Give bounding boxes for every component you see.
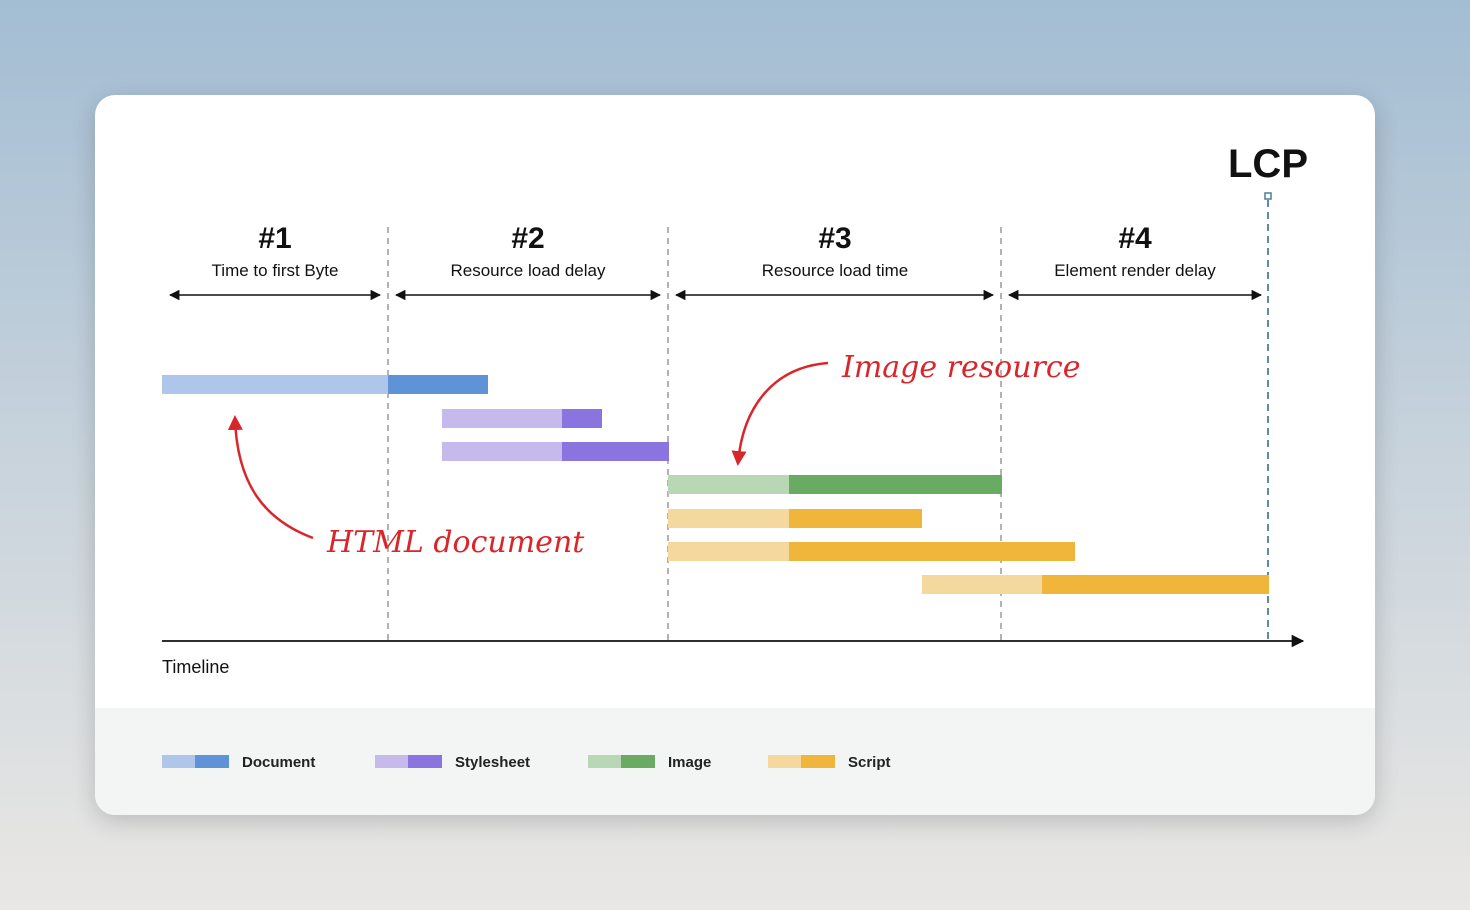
legend: Document Stylesheet Image Script [162,754,891,771]
stylesheet-bar-2-waiting [442,442,562,461]
image-bar-waiting [668,475,789,494]
legend-label-image: Image [668,754,711,771]
document-bar-download [388,375,488,394]
script-bar-3-waiting [922,575,1042,594]
timeline-label: Timeline [162,657,229,677]
stylesheet-bar-2 [442,442,669,461]
legend-swatch-document-light [162,755,195,768]
legend-label-document: Document [242,754,315,771]
phase-2-label: Resource load delay [451,261,606,280]
legend-item-image: Image [588,754,711,771]
image-resource-arrow [731,361,829,466]
legend-item-document: Document [162,754,315,771]
script-bar-3-download [1042,575,1269,594]
stylesheet-bar-1 [442,409,602,428]
script-bar-2-download [789,542,1075,561]
legend-swatch-script-dark [801,755,835,768]
document-bar-waiting [162,375,388,394]
phase-1-label: Time to first Byte [212,261,339,280]
phase-2-number: #2 [511,222,544,255]
phase-1-number: #1 [258,222,291,255]
image-resource-annotation: Image resource [841,350,1080,385]
phase-3-number: #3 [818,222,851,255]
legend-swatch-document-dark [195,755,229,768]
script-bar-2-waiting [668,542,789,561]
legend-swatch-image-light [588,755,621,768]
waterfall-card: LCP #1 Time to first Byte #2 Resource lo… [95,95,1375,815]
lcp-marker-handle [1264,192,1272,200]
stylesheet-bar-2-download [562,442,669,461]
script-bar-1-download [789,509,922,528]
legend-swatch-image-dark [621,755,655,768]
legend-swatch-script-light [768,755,801,768]
legend-label-stylesheet: Stylesheet [455,754,530,771]
document-bar [162,375,488,394]
phase-4-label: Element render delay [1054,261,1216,280]
lcp-label: LCP [1228,142,1308,186]
script-bar-3 [922,575,1269,594]
lcp-waterfall-diagram: LCP #1 Time to first Byte #2 Resource lo… [162,142,1308,771]
html-document-arrow [227,415,314,540]
image-bar-download [789,475,1002,494]
stylesheet-bar-1-waiting [442,409,562,428]
html-document-annotation: HTML document [326,525,585,560]
image-bar [668,475,1002,494]
script-bar-1 [668,509,922,528]
legend-item-script: Script [768,754,891,771]
legend-label-script: Script [848,754,891,771]
legend-swatch-stylesheet-dark [408,755,442,768]
legend-swatch-stylesheet-light [375,755,408,768]
script-bar-1-waiting [668,509,789,528]
phase-3-label: Resource load time [762,261,908,280]
script-bar-2 [668,542,1075,561]
phase-4-number: #4 [1118,222,1152,255]
legend-item-stylesheet: Stylesheet [375,754,530,771]
stylesheet-bar-1-download [562,409,602,428]
